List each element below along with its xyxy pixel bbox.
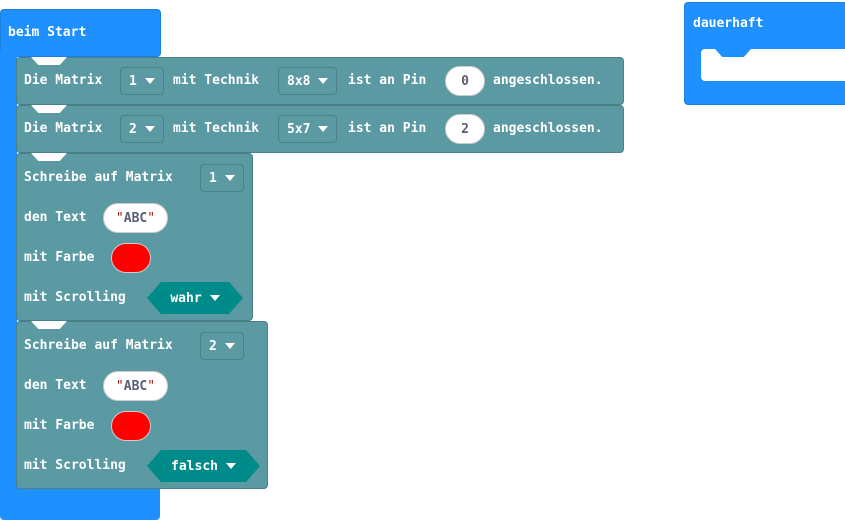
block-label: mit Scrolling — [24, 458, 126, 473]
matrix-dropdown[interactable]: 1 — [200, 164, 244, 192]
matrix-dropdown[interactable]: 1 — [120, 67, 164, 95]
block-label: mit Technik — [173, 73, 260, 88]
dropdown-value: 1 — [129, 73, 137, 89]
scroll-dropdown[interactable]: wahr — [147, 282, 243, 314]
color-picker[interactable] — [111, 411, 151, 441]
dropdown-value: 8x8 — [287, 73, 311, 89]
chevron-down-icon — [210, 295, 220, 301]
matrix-init-block-1[interactable]: Die Matrix 1 mit Technik 8x8 ist an Pin … — [16, 57, 624, 105]
block-label: Schreibe auf Matrix — [24, 338, 173, 353]
block-label: ist an Pin — [348, 121, 427, 136]
chevron-down-icon — [224, 343, 235, 349]
block-label: Schreibe auf Matrix — [24, 170, 173, 185]
dropdown-value: 2 — [209, 338, 217, 354]
block-label: angeschlossen. — [493, 121, 603, 136]
on-start-rail — [0, 50, 17, 495]
matrix-init-block-2[interactable]: Die Matrix 2 mit Technik 5x7 ist an Pin … — [16, 105, 624, 153]
matrix-dropdown[interactable]: 2 — [200, 332, 244, 360]
scroll-dropdown[interactable]: falsch — [147, 450, 260, 482]
text-value: ABC — [123, 378, 148, 394]
block-label: den Text — [24, 210, 87, 225]
on-start-label: beim Start — [8, 25, 87, 40]
chevron-down-icon — [226, 463, 236, 469]
block-label: den Text — [24, 378, 87, 393]
on-start-footer — [0, 488, 160, 520]
block-label: ist an Pin — [348, 73, 427, 88]
block-label: Die Matrix — [24, 73, 103, 88]
text-value: ABC — [123, 210, 148, 226]
chevron-down-icon — [144, 78, 155, 84]
block-label: mit Technik — [173, 121, 260, 136]
block-label: mit Scrolling — [24, 290, 126, 305]
pin-input[interactable]: 2 — [445, 114, 485, 144]
dropdown-value: 2 — [129, 121, 137, 137]
chevron-down-icon — [318, 126, 329, 132]
text-input[interactable]: " ABC " — [103, 371, 168, 401]
forever-label: dauerhaft — [693, 16, 764, 31]
block-label: Die Matrix — [24, 121, 103, 136]
color-picker[interactable] — [111, 243, 151, 273]
chevron-down-icon — [224, 175, 235, 181]
technique-dropdown[interactable]: 8x8 — [278, 67, 338, 95]
dropdown-value: falsch — [171, 458, 218, 474]
block-label: mit Farbe — [24, 250, 95, 265]
dropdown-value: wahr — [170, 290, 202, 306]
block-label: angeschlossen. — [493, 73, 603, 88]
write-matrix-block-1[interactable]: Schreibe auf Matrix 1 den Text " ABC " mit… — [16, 153, 253, 321]
matrix-dropdown[interactable]: 2 — [120, 115, 164, 143]
chevron-down-icon — [144, 126, 155, 132]
dropdown-value: 5x7 — [287, 121, 311, 137]
dropdown-value: 1 — [209, 170, 217, 186]
chevron-down-icon — [318, 78, 329, 84]
text-input[interactable]: " ABC " — [103, 203, 168, 233]
pin-input[interactable]: 0 — [445, 66, 485, 96]
block-label: mit Farbe — [24, 418, 95, 433]
technique-dropdown[interactable]: 5x7 — [278, 115, 338, 143]
write-matrix-block-2[interactable]: Schreibe auf Matrix 2 den Text " ABC " mit… — [16, 321, 268, 489]
